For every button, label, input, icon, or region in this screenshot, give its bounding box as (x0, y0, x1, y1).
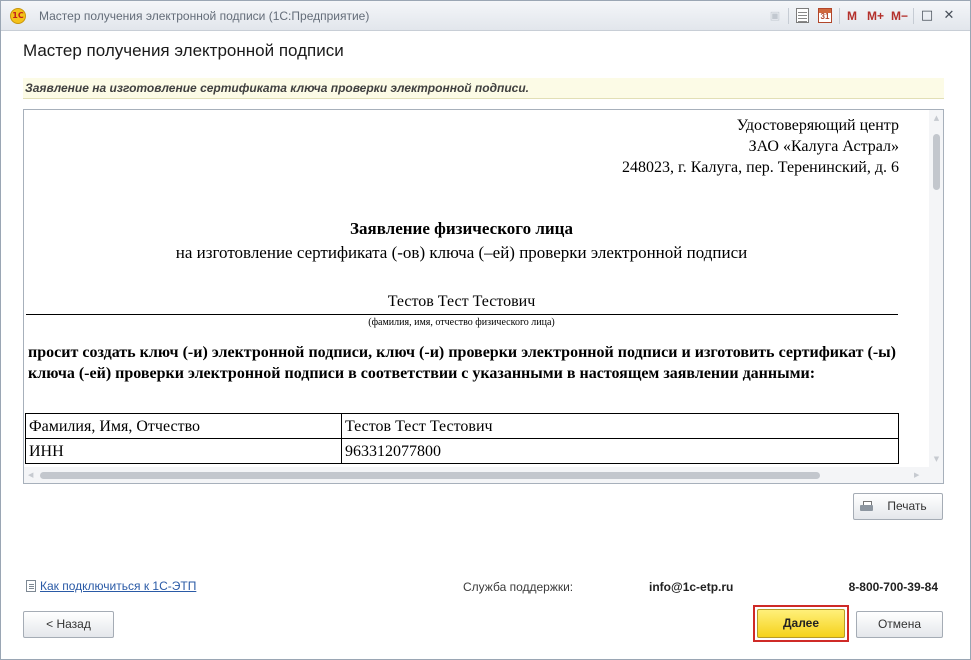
horizontal-scroll-thumb[interactable] (40, 472, 820, 479)
print-button-label: Печать (887, 499, 927, 513)
back-button[interactable]: < Назад (23, 611, 114, 638)
scroll-up-icon[interactable]: ▲ (932, 113, 941, 123)
memory-add-button[interactable]: M+ (867, 9, 884, 23)
table-cell: Тестов Тест Тестович (341, 413, 899, 439)
help-link-label: Как подключиться к 1С-ЭТП (40, 579, 197, 593)
toolbar-separator (839, 8, 840, 24)
applicant-caption: (фамилия, имя, отчество физического лица… (368, 317, 555, 328)
title-bar: 1С Мастер получения электронной подписи … (1, 1, 970, 31)
vertical-scroll-thumb[interactable] (933, 134, 940, 190)
document-viewer[interactable]: Удостоверяющий центр ЗАО «Калуга Астрал»… (23, 109, 944, 484)
form-title: Мастер получения электронной подписи (23, 41, 344, 60)
scroll-right-icon[interactable]: ▶ (914, 470, 919, 480)
close-icon[interactable]: ✕ (941, 8, 957, 24)
document-title: Заявление физического лица (350, 219, 573, 238)
applicant-data-table: Фамилия, Имя, Отчество Тестов Тест Тесто… (25, 413, 899, 464)
table-cell: ИНН (25, 438, 342, 464)
request-text: просит создать ключ (-и) электронной под… (28, 344, 896, 382)
cancel-button[interactable]: Отмена (856, 611, 943, 638)
maximize-icon[interactable]: □ (919, 8, 935, 24)
wizard-window: 1С Мастер получения электронной подписи … (0, 0, 971, 660)
table-cell: Фамилия, Имя, Отчество (25, 413, 342, 439)
monitor-icon[interactable]: ▣ (768, 9, 782, 23)
hint-text: Заявление на изготовление сертификата кл… (25, 81, 530, 95)
toolbar-separator (913, 8, 914, 24)
table-row: ИНН 963312077800 (25, 438, 899, 464)
recipient-line: Удостоверяющий центр (736, 117, 899, 134)
next-button[interactable]: Далее (757, 609, 845, 638)
support-phone: 8-800-700-39-84 (848, 580, 938, 594)
horizontal-scrollbar[interactable]: ◀ ▶ (24, 467, 943, 483)
support-email: info@1c-etp.ru (649, 580, 734, 594)
support-label: Служба поддержки: (463, 580, 574, 594)
calculator-icon[interactable] (796, 8, 809, 23)
print-button[interactable]: Печать (853, 493, 943, 520)
calendar-icon[interactable]: 31 (818, 8, 832, 23)
memory-store-button[interactable]: M (847, 9, 857, 23)
toolbar-separator (788, 8, 789, 24)
app-logo-icon[interactable]: 1С (10, 8, 26, 24)
table-row: Фамилия, Имя, Отчество Тестов Тест Тесто… (25, 413, 899, 439)
hint-bar: Заявление на изготовление сертификата кл… (23, 78, 944, 99)
document-icon (26, 580, 36, 592)
table-cell: 963312077800 (341, 438, 899, 464)
help-link[interactable]: Как подключиться к 1С-ЭТП (26, 579, 196, 593)
applicant-underline (26, 314, 898, 315)
memory-subtract-button[interactable]: M− (891, 9, 908, 23)
window-title: Мастер получения электронной подписи (1С… (39, 9, 370, 23)
recipient-line: ЗАО «Калуга Астрал» (748, 138, 899, 155)
scroll-left-icon[interactable]: ◀ (28, 470, 33, 480)
applicant-name: Тестов Тест Тестович (387, 293, 536, 310)
scroll-down-icon[interactable]: ▼ (932, 454, 941, 464)
application-document: Удостоверяющий центр ЗАО «Калуга Астрал»… (24, 110, 929, 468)
document-subtitle: на изготовление сертификата (-ов) ключа … (175, 243, 748, 262)
recipient-line: 248023, г. Калуга, пер. Теренинский, д. … (622, 159, 899, 176)
printer-icon (860, 501, 873, 512)
vertical-scrollbar[interactable]: ▲ ▼ (929, 110, 943, 468)
